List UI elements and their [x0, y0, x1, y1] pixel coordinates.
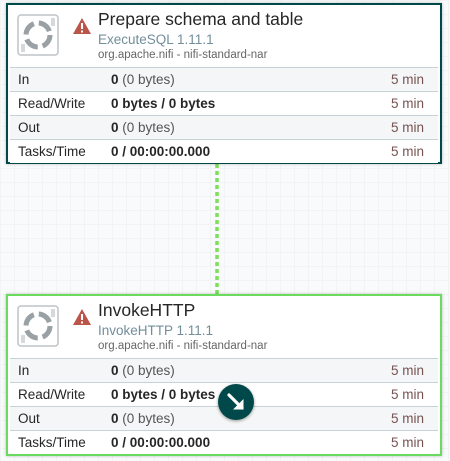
stat-value-count: 0 — [111, 72, 119, 87]
stat-label: In — [18, 363, 30, 378]
processor-gear-icon — [17, 14, 59, 56]
stat-value: 0 bytes / 0 bytes — [111, 383, 215, 406]
stat-label: Out — [18, 411, 40, 426]
stat-value-count: 0 — [111, 120, 119, 135]
stat-value-size: (0 bytes) — [122, 72, 175, 87]
processor-execute-sql[interactable]: Prepare schema and table ExecuteSQL 1.11… — [6, 3, 442, 164]
stat-row-read-write: Read/Write 0 bytes / 0 bytes 5 min — [10, 91, 438, 115]
stat-value: 0 bytes / 0 bytes — [111, 92, 215, 115]
arrow-down-right-icon — [227, 393, 244, 410]
stat-label: Tasks/Time — [18, 435, 86, 450]
stat-row-in: In 0 (0 bytes) 5 min — [10, 67, 438, 91]
processor-type: ExecuteSQL 1.11.1 — [98, 32, 214, 47]
stat-value: 0 (0 bytes) — [111, 116, 175, 139]
stat-value-size: (0 bytes) — [122, 411, 175, 426]
warning-triangle-icon[interactable] — [72, 17, 92, 35]
processor-name: InvokeHTTP — [98, 300, 196, 320]
stat-time: 5 min — [390, 72, 424, 87]
stat-value: 0 / 00:00:00.000 — [111, 431, 210, 454]
processor-stats: In 0 (0 bytes) 5 min Read/Write 0 bytes … — [10, 67, 438, 163]
connection-line[interactable] — [214, 164, 220, 294]
warning-triangle-icon[interactable] — [72, 308, 92, 326]
stat-value: 0 (0 bytes) — [111, 407, 175, 430]
stat-value-count: 0 / 00:00:00.000 — [111, 435, 211, 450]
processor-header: Prepare schema and table ExecuteSQL 1.11… — [8, 5, 440, 67]
stat-value: 0 / 00:00:00.000 — [111, 140, 210, 163]
stat-time: 5 min — [390, 144, 424, 159]
stat-value-count: 0 bytes / 0 bytes — [111, 96, 216, 111]
stat-time: 5 min — [390, 363, 424, 378]
stat-label: Read/Write — [18, 96, 86, 111]
processor-invoke-http[interactable]: InvokeHTTP InvokeHTTP 1.11.1 org.apache.… — [6, 294, 442, 456]
stat-row-tasks-time: Tasks/Time 0 / 00:00:00.000 5 min — [10, 139, 438, 163]
stat-time: 5 min — [390, 387, 424, 402]
stat-label: Tasks/Time — [18, 144, 86, 159]
stat-value-count: 0 bytes / 0 bytes — [111, 387, 216, 402]
stat-value-count: 0 / 00:00:00.000 — [111, 144, 211, 159]
stat-time: 5 min — [390, 435, 424, 450]
processor-type: InvokeHTTP 1.11.1 — [98, 323, 214, 338]
stat-row-out: Out 0 (0 bytes) 5 min — [10, 115, 438, 139]
stat-time: 5 min — [390, 96, 424, 111]
stat-value: 0 (0 bytes) — [111, 68, 175, 91]
processor-gear-icon — [17, 305, 59, 347]
stat-label: Read/Write — [18, 387, 86, 402]
stat-value-size: (0 bytes) — [122, 120, 175, 135]
stat-value-count: 0 — [111, 363, 119, 378]
stat-time: 5 min — [390, 411, 424, 426]
stat-value-size: (0 bytes) — [122, 363, 175, 378]
stat-row-tasks-time: Tasks/Time 0 / 00:00:00.000 5 min — [10, 430, 438, 454]
stat-row-in: In 0 (0 bytes) 5 min — [10, 358, 438, 382]
processor-header: InvokeHTTP InvokeHTTP 1.11.1 org.apache.… — [8, 296, 440, 358]
processor-bundle: org.apache.nifi - nifi-standard-nar — [98, 49, 268, 61]
stat-label: Out — [18, 120, 40, 135]
stat-value-count: 0 — [111, 411, 119, 426]
stat-value: 0 (0 bytes) — [111, 359, 175, 382]
processor-bundle: org.apache.nifi - nifi-standard-nar — [98, 340, 268, 352]
stat-label: In — [18, 72, 30, 87]
stat-time: 5 min — [390, 120, 424, 135]
processor-name: Prepare schema and table — [98, 9, 304, 29]
arrow-down-right-badge[interactable] — [218, 384, 254, 420]
